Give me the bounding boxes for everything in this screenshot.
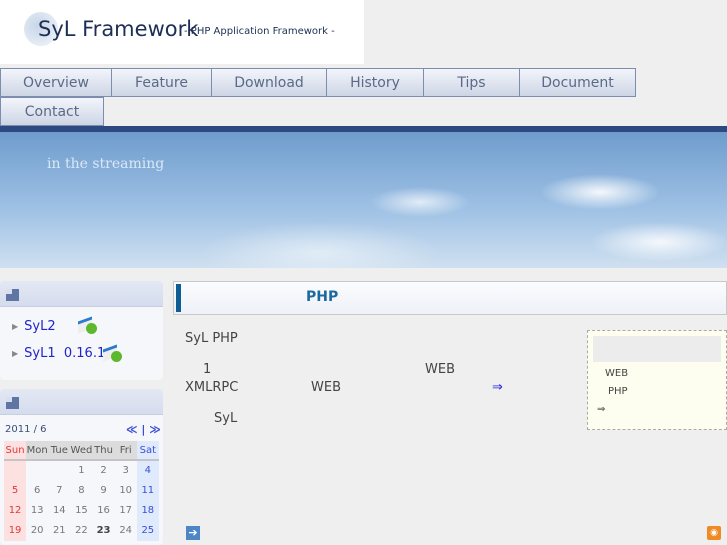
calendar-day[interactable] xyxy=(4,461,27,481)
banner-tagline: in the streaming xyxy=(47,156,165,172)
calendar-day[interactable] xyxy=(26,461,48,481)
download-label[interactable]: SyL1 0.16.1 xyxy=(24,346,105,361)
calendar-day[interactable]: 18 xyxy=(136,501,159,521)
calendar-sep: | xyxy=(141,423,146,436)
calendar-day[interactable]: 15 xyxy=(70,501,92,521)
banner: in the streaming xyxy=(0,132,727,268)
downloads-box: ▶ SyL2 ▶ SyL1 0.16.1 xyxy=(0,281,163,380)
calendar-nav: ≪ | ≫ xyxy=(126,423,161,436)
calendar-day[interactable]: 5 xyxy=(4,481,27,501)
calendar-week: 1234 xyxy=(4,461,159,481)
title-accent xyxy=(176,284,181,312)
calendar-day[interactable]: 19 xyxy=(4,521,27,541)
page-title-bar: PHP xyxy=(173,281,727,315)
weekday: Fri xyxy=(114,441,137,461)
calendar-day[interactable]: 17 xyxy=(115,501,137,521)
calendar-day[interactable]: 12 xyxy=(4,501,27,521)
weekday: Sun xyxy=(4,441,27,461)
box-icon xyxy=(6,289,19,301)
calendar-day[interactable]: 24 xyxy=(115,521,137,541)
body-text: WEB xyxy=(425,362,455,377)
note-link[interactable]: ⇒ xyxy=(597,404,605,415)
calendar-day[interactable]: 14 xyxy=(48,501,70,521)
calendar-day[interactable]: 3 xyxy=(115,461,137,481)
calendar-title: 2011 / 6 xyxy=(5,424,47,435)
calendar-day[interactable]: 6 xyxy=(26,481,48,501)
nav-contact[interactable]: Contact xyxy=(0,97,104,126)
calendar-weekdays: Sun Mon Tue Wed Thu Fri Sat xyxy=(4,441,159,461)
calendar-day[interactable] xyxy=(48,461,70,481)
calendar-box-header xyxy=(0,389,163,415)
calendar-day[interactable]: 25 xyxy=(136,521,159,541)
logo-subtitle: - PHP Application Framework - xyxy=(184,26,335,37)
download-syl1[interactable]: ▶ SyL1 0.16.1 xyxy=(12,346,105,361)
calendar-day[interactable]: 2 xyxy=(93,461,115,481)
page-title: PHP xyxy=(306,289,339,305)
download-syl2[interactable]: ▶ SyL2 xyxy=(12,319,56,334)
calendar-day[interactable]: 4 xyxy=(136,461,159,481)
note-line: WEB xyxy=(605,368,629,379)
logo-area: SyL Framework - PHP Application Framewor… xyxy=(0,0,364,64)
download-label[interactable]: SyL2 xyxy=(24,319,55,334)
weekday: Tue xyxy=(48,441,71,461)
nav-overview[interactable]: Overview xyxy=(0,68,112,97)
calendar-day[interactable]: 23 xyxy=(93,521,115,541)
download-icon[interactable] xyxy=(78,316,98,335)
nav-download[interactable]: Download xyxy=(212,68,327,97)
more-link[interactable]: ⇒ xyxy=(492,380,503,395)
calendar-week: 5 6 7 8 9 10 11 xyxy=(4,481,159,501)
download-icon[interactable] xyxy=(103,344,123,363)
calendar-day[interactable]: 8 xyxy=(70,481,92,501)
triangle-icon: ▶ xyxy=(12,322,19,331)
note-header xyxy=(593,336,721,362)
arrow-right-icon[interactable]: ➔ xyxy=(186,526,200,540)
body-text: XMLRPC xyxy=(185,380,239,395)
calendar-day[interactable]: 21 xyxy=(48,521,70,541)
calendar-day[interactable]: 11 xyxy=(136,481,159,501)
nav-feature[interactable]: Feature xyxy=(112,68,212,97)
triangle-icon: ▶ xyxy=(12,349,19,358)
weekday: Mon xyxy=(26,441,49,461)
weekday: Wed xyxy=(70,441,93,461)
weekday: Sat xyxy=(136,441,159,461)
calendar-week: 19 20 21 22 23 24 25 xyxy=(4,521,159,541)
nav-tips[interactable]: Tips xyxy=(424,68,520,97)
calendar-day[interactable]: 9 xyxy=(93,481,115,501)
rss-icon[interactable]: ◉ xyxy=(707,526,721,540)
calendar-day[interactable]: 7 xyxy=(48,481,70,501)
body-text: SyL xyxy=(214,411,238,426)
calendar-day[interactable]: 22 xyxy=(70,521,92,541)
calendar-day[interactable]: 13 xyxy=(26,501,48,521)
calendar-day[interactable]: 20 xyxy=(26,521,48,541)
nav-document[interactable]: Document xyxy=(520,68,636,97)
calendar-day[interactable]: 1 xyxy=(70,461,92,481)
calendar-week: 12 13 14 15 16 17 18 xyxy=(4,501,159,521)
nav-history[interactable]: History xyxy=(327,68,424,97)
calendar-prev[interactable]: ≪ xyxy=(126,423,138,436)
downloads-box-header xyxy=(0,281,163,307)
note-box: WEB PHP ⇒ xyxy=(587,330,727,430)
box-icon xyxy=(6,397,19,409)
body-text: 1 xyxy=(203,362,212,377)
calendar-grid: Sun Mon Tue Wed Thu Fri Sat 1 2 3 4 5 6 7 8 9 10 1… xyxy=(4,441,159,541)
body-text: SyL PHP xyxy=(185,331,238,346)
weekday: Thu xyxy=(92,441,115,461)
note-line: PHP xyxy=(608,386,628,397)
calendar-next[interactable]: ≫ xyxy=(149,423,161,436)
body-text: WEB xyxy=(311,380,341,395)
calendar-day[interactable]: 16 xyxy=(93,501,115,521)
calendar-day[interactable]: 10 xyxy=(115,481,137,501)
logo-title[interactable]: SyL Framework xyxy=(38,17,198,41)
